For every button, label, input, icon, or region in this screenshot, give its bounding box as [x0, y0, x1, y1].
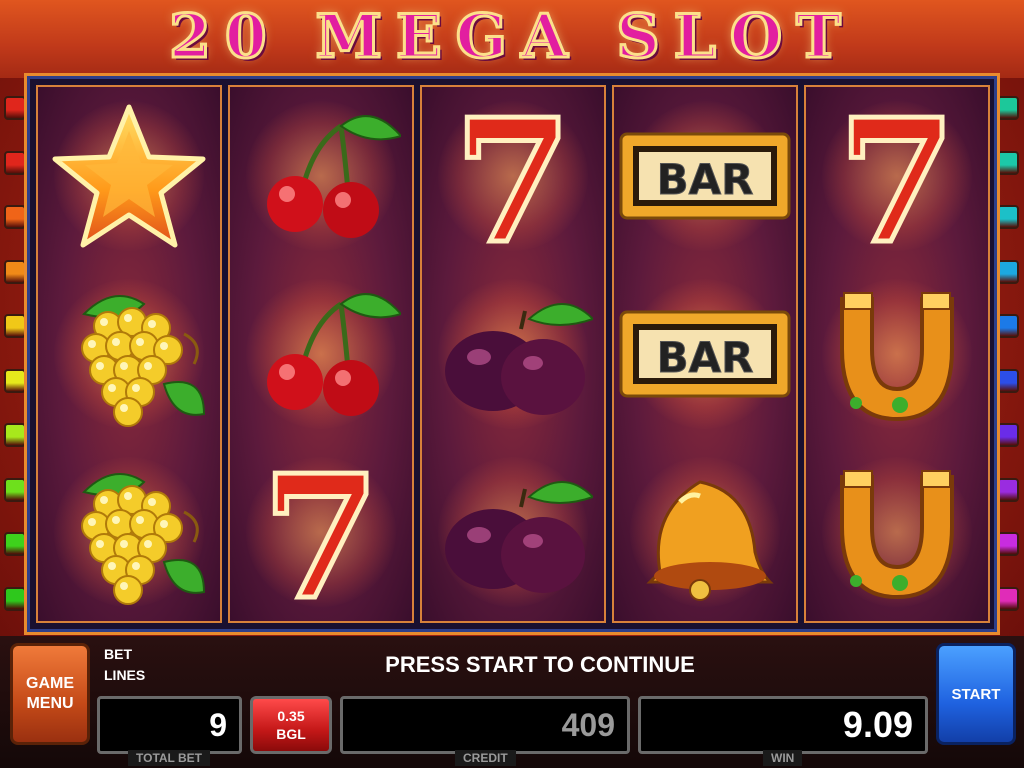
credit-label: CREDIT: [455, 750, 516, 766]
payline-marker: [997, 368, 1019, 393]
total-bet-display: 9: [97, 696, 242, 754]
payline-marker: [4, 96, 26, 120]
title-bar: 20 MEGA SLOT: [0, 0, 1024, 78]
payline-marker: [997, 96, 1019, 120]
reel-symbol-star: [38, 87, 220, 265]
win-value: 9.09: [842, 704, 913, 745]
reel: [36, 85, 222, 623]
reel-symbol-cherry: [230, 265, 412, 443]
reel-symbol-plum: [422, 443, 604, 621]
game-menu-label-line2: MENU: [26, 695, 74, 712]
payline-marker: [997, 150, 1019, 175]
reel: BAR BAR: [612, 85, 798, 623]
reel-symbol-seven: 7: [230, 443, 412, 621]
status-message: PRESS START TO CONTINUE: [385, 652, 695, 677]
reel-symbol-seven: 7: [806, 87, 988, 265]
payline-marker: [4, 205, 26, 229]
credit-display: 409: [340, 696, 630, 754]
payline-marker: [4, 314, 26, 338]
reel-frame: 7 7 BAR BAR 7: [27, 76, 997, 632]
svg-text:7: 7: [262, 457, 380, 607]
game-title: 20 MEGA SLOT: [168, 1, 855, 74]
horseshoe-icon: [840, 470, 954, 600]
payline-marker: [4, 423, 26, 447]
reel-symbol-grapes: [38, 443, 220, 621]
payline-marker: [997, 259, 1019, 284]
bar-icon: BAR: [619, 132, 791, 220]
denomination-button[interactable]: 0.35 BGL: [250, 696, 332, 754]
reel: 7: [228, 85, 414, 623]
svg-text:7: 7: [454, 101, 572, 251]
plum-icon: [445, 303, 593, 415]
payline-marker: [4, 368, 26, 393]
reel: 7: [804, 85, 990, 623]
reel-symbol-grapes: [38, 265, 220, 443]
credit-value: 409: [561, 706, 615, 743]
payline-marker: [997, 205, 1019, 229]
payline-marker: [997, 532, 1019, 556]
payline-marker: [4, 150, 26, 175]
seven-icon: 7: [451, 101, 574, 251]
plum-icon: [445, 481, 593, 593]
total-bet-value: 9: [209, 706, 227, 743]
reel-symbol-plum: [422, 265, 604, 443]
payline-marker: [4, 532, 26, 556]
payline-marker: [4, 586, 26, 611]
payline-marker: [4, 477, 26, 502]
win-display: 9.09: [638, 696, 928, 754]
start-button[interactable]: START: [936, 643, 1016, 745]
seven-icon: 7: [835, 101, 958, 251]
reel-symbol-cherry: [230, 87, 412, 265]
reel-symbol-bar: BAR: [614, 87, 796, 265]
payline-marker: [997, 477, 1019, 502]
reel-symbol-seven: 7: [422, 87, 604, 265]
payline-marker: [4, 259, 26, 284]
game-menu-button[interactable]: GAME MENU: [10, 643, 90, 745]
reel: 7: [420, 85, 606, 623]
total-bet-label: TOTAL BET: [128, 750, 210, 766]
reel-symbol-horseshoe: [806, 265, 988, 443]
horseshoe-icon: [840, 292, 954, 422]
denomination-value: 0.35: [277, 708, 305, 724]
bet-label: BET: [104, 646, 132, 662]
svg-text:BAR: BAR: [657, 155, 754, 204]
lines-label: LINES: [104, 667, 146, 683]
grapes-icon: [81, 473, 206, 605]
game-menu-label-line1: GAME: [26, 675, 74, 692]
win-label: WIN: [763, 750, 803, 766]
reel-symbol-bar: BAR: [614, 265, 796, 443]
cherry-icon: [267, 115, 401, 238]
cherry-icon: [267, 293, 401, 416]
reel-symbol-horseshoe: [806, 443, 988, 621]
payline-marker: [997, 423, 1019, 447]
seven-icon: 7: [259, 457, 382, 607]
star-icon: [52, 104, 206, 248]
start-label: START: [951, 685, 1001, 703]
svg-text:BAR: BAR: [657, 333, 754, 382]
payline-marker: [997, 314, 1019, 338]
payline-marker: [997, 586, 1019, 611]
grapes-icon: [81, 295, 206, 427]
denomination-currency: BGL: [276, 726, 306, 742]
bar-icon: BAR: [619, 310, 791, 398]
reel-symbol-bell: [614, 443, 796, 621]
svg-text:7: 7: [838, 101, 956, 251]
bell-icon: [646, 480, 774, 601]
